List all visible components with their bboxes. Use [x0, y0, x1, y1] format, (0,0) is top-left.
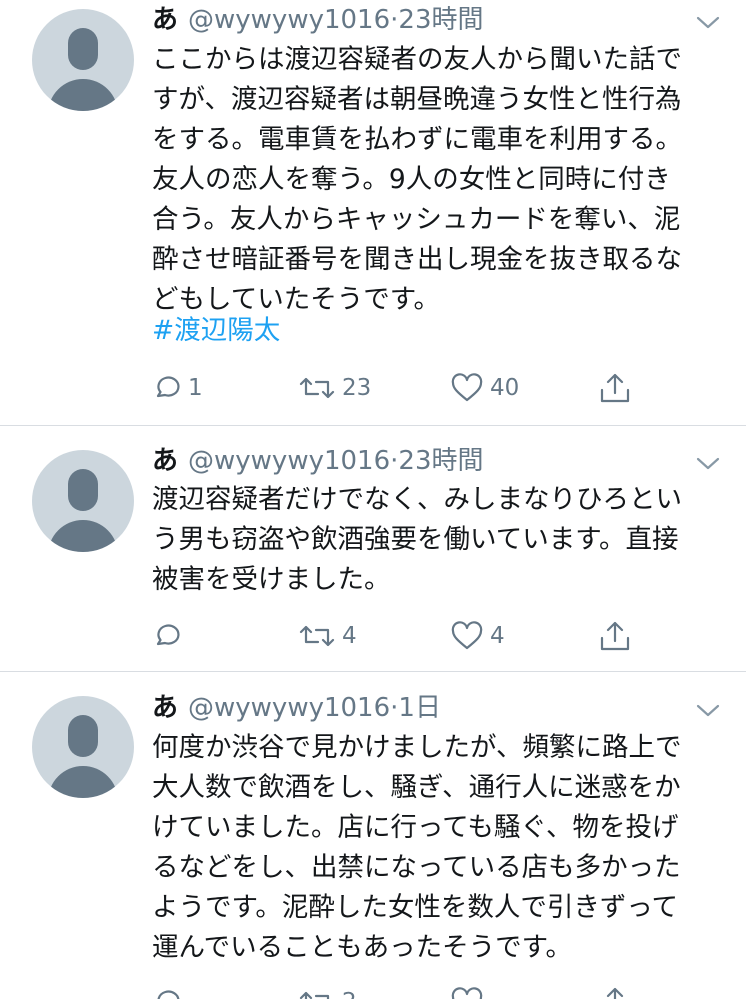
retweet-count: 23: [342, 375, 372, 401]
timestamp[interactable]: 1日: [398, 693, 441, 723]
avatar[interactable]: [32, 696, 134, 798]
user-handle[interactable]: @wywywy1016: [188, 693, 390, 723]
like-count: 40: [490, 375, 520, 401]
tweet-text-line: 友人の恋人を奪う。9人の女性と同時に付き: [152, 164, 671, 195]
retweet-icon: [299, 377, 335, 399]
like-button[interactable]: [450, 982, 490, 999]
tweet-actions: 4 4: [152, 616, 672, 656]
retweet-count: 4: [342, 623, 357, 649]
retweet-icon: [299, 625, 335, 647]
retweet-count: 2: [342, 989, 357, 999]
tweet-actions: 1 23 40: [152, 368, 672, 408]
user-handle[interactable]: @wywywy1016: [188, 5, 390, 35]
tweet-text-line: う男も窃盗や飲酒強要を働いています。直接: [152, 524, 679, 555]
tweet-text-line: 被害を受けました。: [152, 564, 391, 595]
chevron-down-icon[interactable]: [694, 453, 722, 473]
display-name[interactable]: あ: [152, 693, 178, 723]
like-icon: [451, 621, 483, 650]
avatar[interactable]: [32, 450, 134, 552]
tweet[interactable]: あ @wywywy1016·23時間 ここからは渡辺容疑者の友人から聞いた話で す…: [0, 0, 746, 425]
tweet-text-line: 運んでいることもあったそうです。: [152, 932, 573, 963]
tweet-text-line: をする。電車賃を払わずに電車を利用する。: [152, 124, 682, 155]
share-button[interactable]: [598, 368, 632, 408]
display-name[interactable]: あ: [152, 5, 178, 35]
reply-button[interactable]: 1: [152, 368, 203, 408]
tweet[interactable]: あ @wywywy1016·1日 何度か渋谷で見かけましたが、頻繁に路上で 大人数…: [0, 672, 746, 999]
like-count: 4: [490, 623, 505, 649]
reply-button[interactable]: [152, 982, 188, 999]
tweet-header: あ @wywywy1016·23時間: [152, 3, 484, 37]
like-button[interactable]: 4: [450, 616, 505, 656]
display-name[interactable]: あ: [152, 446, 178, 476]
tweet-text-line: すが、渡辺容疑者は朝昼晩違う女性と性行為: [152, 84, 682, 115]
tweet-header: あ @wywywy1016·23時間: [152, 444, 484, 478]
tweet-text-line: 何度か渋谷で見かけましたが、頻繁に路上で: [152, 732, 682, 763]
chevron-down-icon[interactable]: [694, 12, 722, 32]
like-button[interactable]: 40: [450, 368, 519, 408]
tweet-text-line: 酔させ暗証番号を聞き出し現金を抜き取るな: [152, 244, 682, 275]
reply-icon: [156, 376, 180, 398]
share-icon: [606, 987, 624, 999]
tweet-text-line: 渡辺容疑者だけでなく、みしまなりひろとい: [152, 484, 682, 515]
tweet-actions: 2: [152, 982, 672, 999]
avatar[interactable]: [32, 9, 134, 111]
chevron-down-icon[interactable]: [694, 700, 722, 720]
user-handle[interactable]: @wywywy1016: [188, 446, 390, 476]
tweet-text: 何度か渋谷で見かけましたが、頻繁に路上で 大人数で飲酒をし、騒ぎ、通行人に迷惑を…: [152, 728, 732, 968]
tweet-text: ここからは渡辺容疑者の友人から聞いた話で すが、渡辺容疑者は朝昼晩違う女性と性行…: [152, 40, 732, 320]
share-button[interactable]: [598, 616, 632, 656]
tweet-header: あ @wywywy1016·1日: [152, 691, 441, 725]
tweet-text-line: るなどをし、出禁になっている店も多かった: [152, 852, 681, 883]
like-icon: [451, 987, 483, 999]
timestamp[interactable]: 23時間: [398, 5, 483, 35]
retweet-icon: [299, 991, 330, 999]
like-icon: [451, 373, 483, 402]
retweet-button[interactable]: 2: [298, 982, 357, 999]
tweet[interactable]: あ @wywywy1016·23時間 渡辺容疑者だけでなく、みしまなりひろとい う…: [0, 426, 746, 671]
tweet-text-line: けていました。店に行っても騒ぐ、物を投げ: [152, 812, 679, 843]
tweet-text-line: 大人数で飲酒をし、騒ぎ、通行人に迷惑をか: [152, 772, 681, 803]
tweet-text-line: 合う。友人からキャッシュカードを奪い、泥: [152, 204, 681, 235]
reply-icon: [157, 990, 180, 999]
timestamp[interactable]: 23時間: [398, 446, 483, 476]
reply-count: 1: [188, 375, 203, 401]
reply-button[interactable]: [152, 616, 188, 656]
share-icon: [600, 373, 630, 403]
retweet-button[interactable]: 4: [298, 616, 357, 656]
share-icon: [600, 621, 630, 651]
hashtag-link[interactable]: #渡辺陽太: [152, 311, 280, 351]
reply-icon: [156, 624, 180, 646]
share-button[interactable]: [598, 982, 632, 999]
tweet-text-line: ここからは渡辺容疑者の友人から聞いた話で: [152, 44, 682, 75]
tweet-text-line: ようです。泥酔した女性を数人で引きずって: [152, 892, 679, 923]
retweet-button[interactable]: 23: [298, 368, 371, 408]
tweet-text: 渡辺容疑者だけでなく、みしまなりひろとい う男も窃盗や飲酒強要を働いています。直…: [152, 480, 732, 600]
